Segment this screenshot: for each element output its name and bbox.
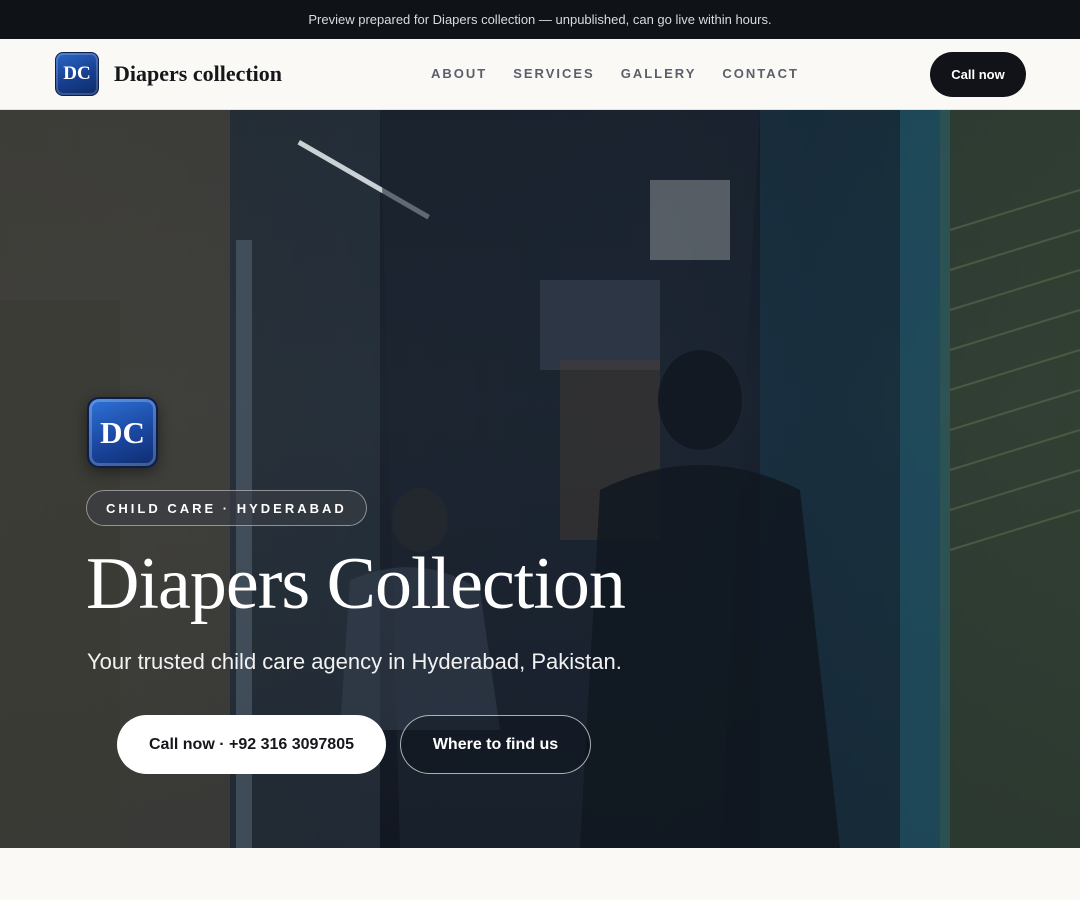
- nav-link-gallery[interactable]: GALLERY: [621, 66, 697, 81]
- nav-link-contact[interactable]: CONTACT: [722, 66, 799, 81]
- nav-call-now-button[interactable]: Call now: [930, 52, 1026, 97]
- hero-title: Diapers Collection: [86, 543, 626, 625]
- nav-menu: ABOUT SERVICES GALLERY CONTACT: [431, 66, 799, 81]
- preview-banner: Preview prepared for Diapers collection …: [0, 0, 1080, 39]
- nav-link-about[interactable]: ABOUT: [431, 66, 487, 81]
- hero-logo-icon: DC: [87, 397, 158, 468]
- preview-banner-text: Preview prepared for Diapers collection …: [308, 12, 772, 27]
- brand-home-link[interactable]: DC Diapers collection: [55, 52, 282, 96]
- nav-link-services[interactable]: SERVICES: [513, 66, 595, 81]
- brand-name: Diapers collection: [114, 61, 283, 86]
- hero-category-tag: CHILD CARE · HYDERABAD: [86, 490, 367, 526]
- top-navigation: DC Diapers collection ABOUT SERVICES GAL…: [0, 39, 1080, 110]
- hero-section: DC CHILD CARE · HYDERABAD Diapers Collec…: [0, 110, 1080, 848]
- hero-call-now-button[interactable]: Call now · +92 316 3097805: [117, 715, 386, 774]
- hero-subtitle: Your trusted child care agency in Hydera…: [87, 649, 622, 674]
- hero-find-us-button[interactable]: Where to find us: [400, 715, 591, 774]
- logo-icon: DC: [55, 52, 99, 96]
